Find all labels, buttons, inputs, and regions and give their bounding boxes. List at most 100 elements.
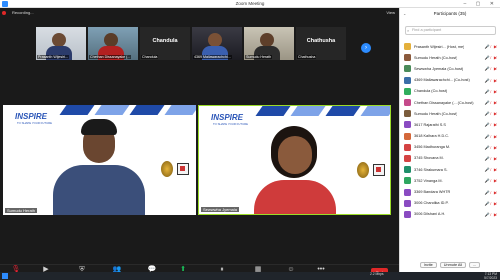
participant-head [278,136,312,174]
muted-status-icon: 🎤̸ ▶̸ [484,189,498,195]
muted-status-icon: 🎤̸ ▶̸ [484,55,498,61]
participant-name: 3456 Madhuranga M. [414,145,451,150]
avatar [404,188,411,196]
avatar [404,132,411,140]
participant-name-tag: Sewwwha Jyemala [201,207,240,212]
participant-search-input[interactable]: ⌕ Find a participant [405,26,496,35]
thumbnail-name: Chandula [152,38,178,44]
participant-row[interactable]: Chandula (Co-host) 🎤̸ ▶̸ [400,86,500,97]
muted-status-icon: 🎤̸ ▶̸ [484,133,498,139]
decor-stripe [164,105,196,115]
participant-face [104,33,118,47]
video-tile-1[interactable]: INSPIRE TO SHAPE YOUR FUTURE Sumudu Hera… [3,105,196,215]
emblem-icon [357,162,369,178]
thumbnail-1[interactable]: Prasanth Wijesiri... [36,27,86,60]
start-icon[interactable] [2,273,8,279]
participant-name: 3006 Dilshani A.H. [414,212,446,217]
participant-row[interactable]: 3745 Shovana M. 🎤̸ ▶̸ [400,153,500,164]
brand-tagline: TO SHAPE YOUR FUTURE [213,122,249,126]
participant-row[interactable]: 3617 Rajarathi S.S 🎤̸ ▶̸ [400,119,500,130]
muted-status-icon: 🎤̸ ▶̸ [484,100,498,106]
view-button[interactable]: View [386,10,395,15]
participant-face [208,33,222,47]
muted-status-icon: 🎤̸ ▶̸ [484,88,498,94]
participant-face [260,33,274,47]
next-page-arrow-icon[interactable]: › [361,43,371,53]
participant-name: Sewwwha Jyemala (Co-host) [414,66,464,71]
decor-stripe [129,105,165,115]
muted-status-icon: 🎤̸ ▶̸ [484,77,498,83]
window-title: Zoom Meeting [235,1,265,6]
avatar [404,177,411,185]
decor-stripe [59,105,95,115]
participant-row[interactable]: 3456 Madhuranga M. 🎤̸ ▶̸ [400,142,500,153]
participant-row[interactable]: Sumudu Herath (Co-host) 🎤̸ ▶̸ [400,108,500,119]
avatar [404,154,411,162]
muted-status-icon: 🎤̸ ▶̸ [484,66,498,72]
participant-name-tag: Sumudu Herath [5,208,38,213]
participant-row[interactable]: 3752 Vinanga M. 🎤̸ ▶̸ [400,175,500,186]
participant-name: Prasanth Wijesiri... (Host, me) [414,44,465,49]
emblem-icon [161,161,173,177]
thumbnail-label: Sumudu Herath [245,55,273,59]
avatar [404,143,411,151]
logo-icon [177,163,189,175]
unmute-all-button[interactable]: Unmute All [439,262,467,268]
muted-status-icon: 🎤̸ ▶̸ [484,122,498,128]
participant-row[interactable]: Sewwwha Jyemala (Co-host) 🎤̸ ▶̸ [400,63,500,74]
meeting-area: Recording... View Prasanth Wijesiri... C… [0,8,399,272]
video-tile-2[interactable]: INSPIRE TO SHAPE YOUR FUTURE Sewwwha Jye… [198,105,391,215]
window-controls[interactable]: – ▢ ✕ [464,0,498,8]
participant-name: Sumudu Herath (Co-host) [414,111,458,116]
thumbnail-3[interactable]: Chandula Chandula [140,27,190,60]
participant-name: Chandula (Co-host) [414,89,448,94]
participant-row[interactable]: Prasanth Wijesiri... (Host, me) 🎤̸ ▶̸ [400,41,500,52]
thumbnail-label: Chathusha [297,55,317,59]
muted-status-icon: 🎤̸ ▶̸ [484,200,498,206]
participant-row[interactable]: 3746 Sirakumara S. 🎤̸ ▶̸ [400,164,500,175]
participant-name: 4369 Mallawarachchi... (Co-host) [414,78,470,83]
decor-stripe [290,106,326,116]
clock-date: 5/7/2023 [484,276,497,280]
zoom-window: Zoom Meeting – ▢ ✕ Recording... View Pra… [0,0,500,280]
record-icon [2,10,6,15]
thumbnail-strip: Prasanth Wijesiri... Chethan Dissanayake… [36,27,346,60]
thumbnail-label: 4369 Mallawarachchi... [193,55,232,59]
participants-panel: ⌄ Participants (35) ⌕ Find a participant… [399,8,500,272]
participant-row[interactable]: 3369 Bandara WHTR 🎤̸ ▶̸ [400,186,500,197]
os-taskbar: 2.2 Mbps 7:13 PM 5/7/2023 [0,272,500,280]
avatar [404,76,411,84]
meeting-status: Recording... [2,10,34,15]
muted-status-icon: 🎤̸ ▶̸ [484,44,498,50]
more-options-button[interactable]: ... [469,262,481,268]
participant-name: 3618 Kalhara H.D.C. [414,134,450,139]
search-placeholder: Find a participant [412,28,442,32]
thumbnail-4[interactable]: 4369 Mallawarachchi... [192,27,242,60]
participant-name: 3752 Vinanga M. [414,178,443,183]
participant-shirt [53,165,145,215]
participant-row[interactable]: 3006 Chandika ID.P. 🎤̸ ▶̸ [400,198,500,209]
participant-face [52,33,66,47]
thumbnail-5[interactable]: Sumudu Herath [244,27,294,60]
participant-row[interactable]: Chethan Dissanayake (... (Co-host) 🎤̸ ▶̸ [400,97,500,108]
avatar [404,87,411,95]
system-clock: 7:13 PM 5/7/2023 [484,272,497,280]
brand-tagline: TO SHAPE YOUR FUTURE [17,121,53,125]
brand-title: INSPIRE [211,113,244,122]
thumbnail-2[interactable]: Chethan Dissanayake (... [88,27,138,60]
participant-row[interactable]: 3006 Dilshani A.H. 🎤̸ ▶̸ [400,209,500,220]
avatar [404,43,411,51]
avatar [404,99,411,107]
brand-title: INSPIRE [15,112,48,121]
thumbnail-6[interactable]: Chathusha Chathusha [296,27,346,60]
participant-hair [81,119,117,135]
panel-footer: Invite Unmute All ... [400,262,500,268]
participant-row[interactable]: 3618 Kalhara H.D.C. 🎤̸ ▶̸ [400,131,500,142]
participant-name: 3745 Shovana M. [414,156,444,161]
avatar [404,54,411,62]
network-speed: 2.2 Mbps [370,272,384,276]
avatar [404,65,411,73]
invite-button[interactable]: Invite [419,262,437,268]
participant-row[interactable]: Sumudu Herath (Co-host) 🎤̸ ▶̸ [400,52,500,63]
participant-row[interactable]: 4369 Mallawarachchi... (Co-host) 🎤̸ ▶̸ [400,75,500,86]
